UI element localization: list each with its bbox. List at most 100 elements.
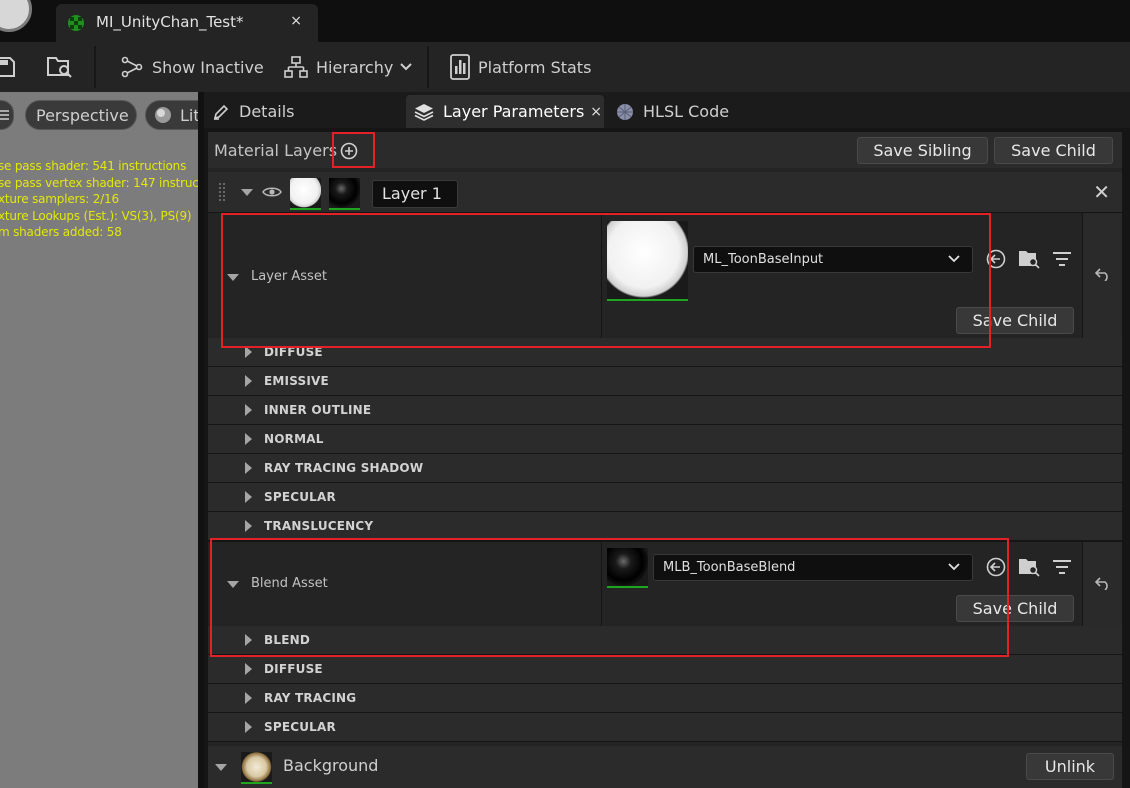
- tab-hlsl-code-label: HLSL Code: [643, 102, 730, 121]
- browse-asset-icon[interactable]: [1018, 249, 1040, 269]
- expand-arrow-icon[interactable]: [245, 520, 252, 532]
- category-label: INNER OUTLINE: [264, 403, 372, 417]
- expand-arrow-icon[interactable]: [245, 346, 252, 358]
- tab-details-label: Details: [239, 102, 295, 121]
- category-label: DIFFUSE: [264, 662, 323, 676]
- category-row-blend[interactable]: BLEND: [208, 626, 1122, 655]
- layer-asset-save-child-button[interactable]: Save Child: [956, 307, 1074, 334]
- toolbar: Show Inactive Hierarchy Platform Stats: [0, 42, 1130, 92]
- expand-arrow-icon[interactable]: [245, 663, 252, 675]
- panel-body: Material Layers Save Sibling Save Child: [208, 132, 1122, 788]
- unlink-button[interactable]: Unlink: [1026, 753, 1114, 780]
- layer-asset-label: Layer Asset: [251, 269, 327, 284]
- tab-details[interactable]: Details: [204, 95, 404, 128]
- expand-arrow-icon[interactable]: [245, 634, 252, 646]
- remove-layer-icon[interactable]: ✕: [1093, 180, 1110, 204]
- collapse-arrow-icon[interactable]: [241, 189, 253, 196]
- blend-asset-save-child-button[interactable]: Save Child: [956, 595, 1074, 622]
- close-tab-icon[interactable]: ×: [290, 13, 302, 29]
- category-row-emissive[interactable]: EMISSIVE: [208, 367, 1122, 396]
- viewport[interactable]: Perspective Lit se pass shader: 541 inst…: [0, 92, 198, 788]
- hierarchy-label: Hierarchy: [316, 57, 394, 77]
- document-tab[interactable]: MI_UnityChan_Test* ×: [56, 4, 318, 42]
- layer-1-row[interactable]: Layer 1 ✕: [208, 172, 1122, 212]
- expand-arrow-icon[interactable]: [245, 692, 252, 704]
- collapse-arrow-icon[interactable]: [227, 581, 239, 588]
- filter-icon[interactable]: [1052, 251, 1072, 267]
- reset-arrow-icon[interactable]: [1095, 576, 1111, 590]
- blend-asset-thumbnail[interactable]: [607, 548, 648, 588]
- category-row-inner-outline[interactable]: INNER OUTLINE: [208, 396, 1122, 425]
- unreal-logo-icon[interactable]: [0, 0, 32, 32]
- blend-asset-reset-cell: [1082, 542, 1122, 626]
- layer-name-field[interactable]: Layer 1: [372, 180, 458, 208]
- add-layer-icon[interactable]: [340, 142, 358, 160]
- category-row-diffuse[interactable]: DIFFUSE: [208, 338, 1122, 367]
- viewport-menu-button[interactable]: [0, 100, 14, 130]
- layer-asset-reset-cell: [1082, 213, 1122, 338]
- material-instance-icon: [66, 13, 86, 33]
- lit-mode-button[interactable]: Lit: [145, 100, 198, 130]
- category-row-normal[interactable]: NORMAL: [208, 425, 1122, 454]
- drag-handle-icon[interactable]: [218, 182, 226, 202]
- hlsl-sphere-icon: [617, 103, 633, 120]
- shader-stats: se pass shader: 541 instructions se pass…: [0, 158, 198, 241]
- tab-hlsl-code[interactable]: HLSL Code: [608, 95, 758, 128]
- save-sibling-button[interactable]: Save Sibling: [857, 137, 988, 164]
- toolbar-divider: [94, 46, 96, 88]
- blend-thumbnail[interactable]: [329, 178, 360, 210]
- category-row-ray-tracing[interactable]: RAY TRACING: [208, 684, 1122, 713]
- browse-button[interactable]: [46, 42, 82, 92]
- category-label: TRANSLUCENCY: [264, 519, 374, 533]
- perspective-button[interactable]: Perspective: [25, 100, 137, 130]
- expand-arrow-icon[interactable]: [245, 404, 252, 416]
- save-icon: [0, 57, 15, 77]
- stats-line: xture samplers: 2/16: [0, 192, 119, 206]
- reset-arrow-icon[interactable]: [1095, 267, 1111, 281]
- expand-arrow-icon[interactable]: [245, 375, 252, 387]
- blend-asset-value: MLB_ToonBaseBlend: [663, 560, 796, 575]
- save-child-button[interactable]: Save Child: [994, 137, 1113, 164]
- perspective-label: Perspective: [36, 105, 129, 125]
- expand-arrow-icon[interactable]: [245, 433, 252, 445]
- platform-stats-icon: [450, 54, 470, 80]
- expand-arrow-icon[interactable]: [245, 721, 252, 733]
- chevron-down-icon: [400, 63, 413, 71]
- expand-arrow-icon[interactable]: [245, 462, 252, 474]
- browse-asset-icon[interactable]: [1018, 557, 1040, 577]
- category-label: DIFFUSE: [264, 345, 323, 359]
- category-row-ray-tracing-shadow[interactable]: RAY TRACING SHADOW: [208, 454, 1122, 483]
- blend-asset-picker[interactable]: MLB_ToonBaseBlend: [653, 554, 973, 581]
- category-label: EMISSIVE: [264, 374, 329, 388]
- layer-asset-thumbnail[interactable]: [607, 221, 688, 301]
- category-row-diffuse[interactable]: DIFFUSE: [208, 655, 1122, 684]
- use-selected-asset-icon[interactable]: [986, 249, 1006, 269]
- category-label: SPECULAR: [264, 720, 336, 734]
- eye-icon[interactable]: [262, 186, 282, 198]
- category-row-translucency[interactable]: TRANSLUCENCY: [208, 512, 1122, 541]
- hamburger-icon: [0, 110, 9, 120]
- lit-sphere-icon: [155, 107, 171, 123]
- filter-icon[interactable]: [1052, 559, 1072, 575]
- background-thumbnail[interactable]: [241, 752, 272, 784]
- use-selected-asset-icon[interactable]: [986, 557, 1006, 577]
- expand-arrow-icon[interactable]: [245, 491, 252, 503]
- save-button[interactable]: [0, 42, 24, 92]
- collapse-arrow-icon[interactable]: [215, 764, 227, 771]
- tab-layer-parameters[interactable]: Layer Parameters ×: [406, 95, 604, 128]
- hierarchy-dropdown[interactable]: Hierarchy: [284, 42, 421, 92]
- collapse-arrow-icon[interactable]: [227, 274, 239, 281]
- show-inactive-button[interactable]: Show Inactive: [120, 42, 264, 92]
- chevron-down-icon: [948, 563, 960, 571]
- close-tab-icon[interactable]: ×: [590, 104, 602, 120]
- category-row-specular[interactable]: SPECULAR: [208, 483, 1122, 512]
- panel-tab-bar: Details Layer Parameters × HLSL Code: [204, 92, 1130, 128]
- background-label: Background: [283, 756, 379, 775]
- category-label: RAY TRACING: [264, 691, 357, 705]
- background-layer-row[interactable]: Background Unlink: [208, 746, 1122, 788]
- category-row-specular[interactable]: SPECULAR: [208, 713, 1122, 742]
- layer-thumbnail[interactable]: [290, 178, 321, 210]
- platform-stats-button[interactable]: Platform Stats: [450, 42, 591, 92]
- blend-asset-label: Blend Asset: [251, 576, 328, 591]
- layer-asset-picker[interactable]: ML_ToonBaseInput: [693, 246, 973, 273]
